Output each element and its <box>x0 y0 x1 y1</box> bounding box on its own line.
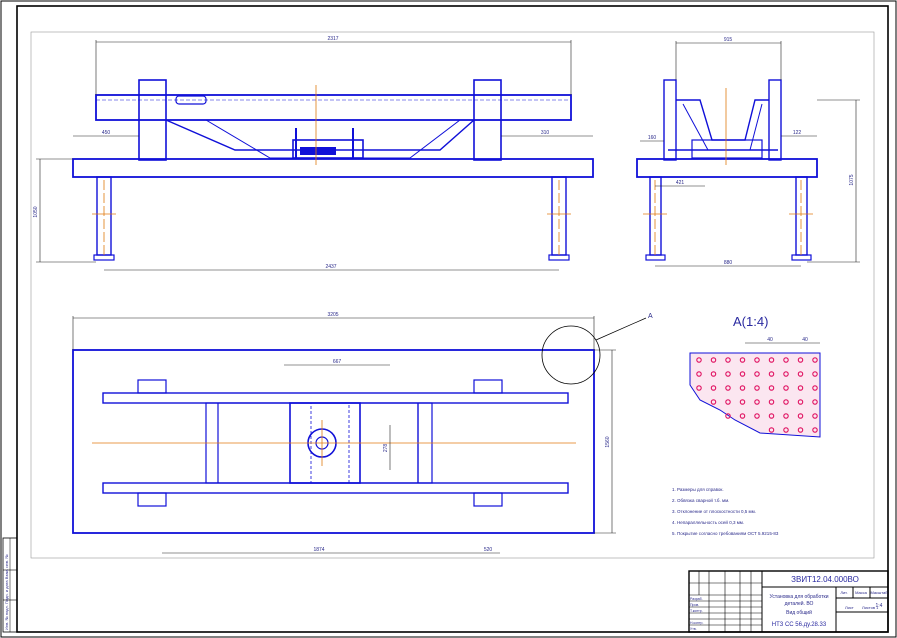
title-sheet-label: Лист <box>845 605 854 610</box>
dim-plan-bore: 278 <box>383 444 389 453</box>
detail-callout-circle <box>541 325 601 385</box>
dim-front-overall: 2317 <box>327 36 338 42</box>
note-2: 2. Обвязка сварной т.б. мм. <box>672 497 729 503</box>
note-1: 1. Размеры для справок. <box>672 487 724 492</box>
note-3: 3. Отклонение от плоскостности 0,5 мм. <box>672 509 756 514</box>
title-name-line1: Установка для обработки <box>770 594 829 600</box>
dim-plan-height: 1560 <box>605 436 611 447</box>
title-doc-code: ЗВИТ12.04.000ВО <box>791 575 859 584</box>
front-axes <box>92 85 571 258</box>
title-name-line3: Вид общий <box>786 609 812 616</box>
technical-notes: 1. Размеры для справок. 2. Обвязка сварн… <box>672 487 779 536</box>
dim-side-small-left: 160 <box>648 135 657 141</box>
left-stamp-strip: Инв. № подл. Подп. и дата Взам. инв. № <box>2 537 18 633</box>
side-stamp-text: Инв. № подл. Подп. и дата Взам. инв. № <box>4 555 9 630</box>
dim-plan-inner-bottom: 1874 <box>313 547 324 553</box>
dim-front-left-offset: 450 <box>102 130 111 136</box>
engineering-drawing-sheet: Инв. № подл. Подп. и дата Взам. инв. № 2… <box>0 0 897 638</box>
title-role-5: Утв. <box>690 627 697 631</box>
front-view <box>72 79 594 261</box>
drawing-area <box>30 31 875 559</box>
title-role-4: Н.контр. <box>690 621 703 625</box>
note-4: 4. Непараллельность осей 0,3 мм. <box>672 519 744 525</box>
dim-side-inner: 421 <box>676 180 685 186</box>
dim-plan-right-offset: 520 <box>484 547 493 553</box>
title-org: НТЗ СС 56.ду.28.33 <box>772 622 827 628</box>
side-view <box>636 79 818 261</box>
dim-side-small-right: 122 <box>793 130 802 136</box>
title-role-2: Пров. <box>690 603 699 607</box>
dim-side-height: 1075 <box>849 174 855 185</box>
detail-callout-letter: A <box>648 313 653 320</box>
dim-plan-inner-top: 667 <box>333 359 342 365</box>
plan-dimensions <box>72 316 616 554</box>
title-name-line2: деталей. ВО <box>785 600 814 607</box>
detail-a-view <box>689 342 821 438</box>
plan-view <box>72 349 595 534</box>
plan-axes <box>92 420 576 466</box>
detail-pitch-label-2: 40 <box>802 337 808 343</box>
title-col-scale: Масштаб <box>870 590 888 595</box>
dim-front-base: 2437 <box>325 264 336 270</box>
note-5: 5. Покрытие согласно требованиям ОСТ 5.9… <box>672 531 779 536</box>
title-role-3: Т.контр. <box>690 609 703 613</box>
dim-front-right-offset: 310 <box>541 130 550 136</box>
detail-pitch-label-1: 40 <box>767 337 773 343</box>
title-col-mass: Масса <box>855 590 868 595</box>
detail-view-label: A(1:4) <box>733 314 768 329</box>
title-col-lit: Лит. <box>840 590 847 595</box>
side-dimensions <box>640 41 860 267</box>
title-role-1: Разраб. <box>690 597 703 601</box>
dim-side-overall: 915 <box>724 37 733 43</box>
side-axes <box>643 88 813 258</box>
title-sheets-label: Листов 1 <box>862 605 879 610</box>
dim-plan-overall: 3205 <box>327 312 338 318</box>
detail-leader-line <box>595 317 647 341</box>
dim-front-height: 1050 <box>33 206 39 217</box>
dim-side-base: 880 <box>724 260 733 266</box>
